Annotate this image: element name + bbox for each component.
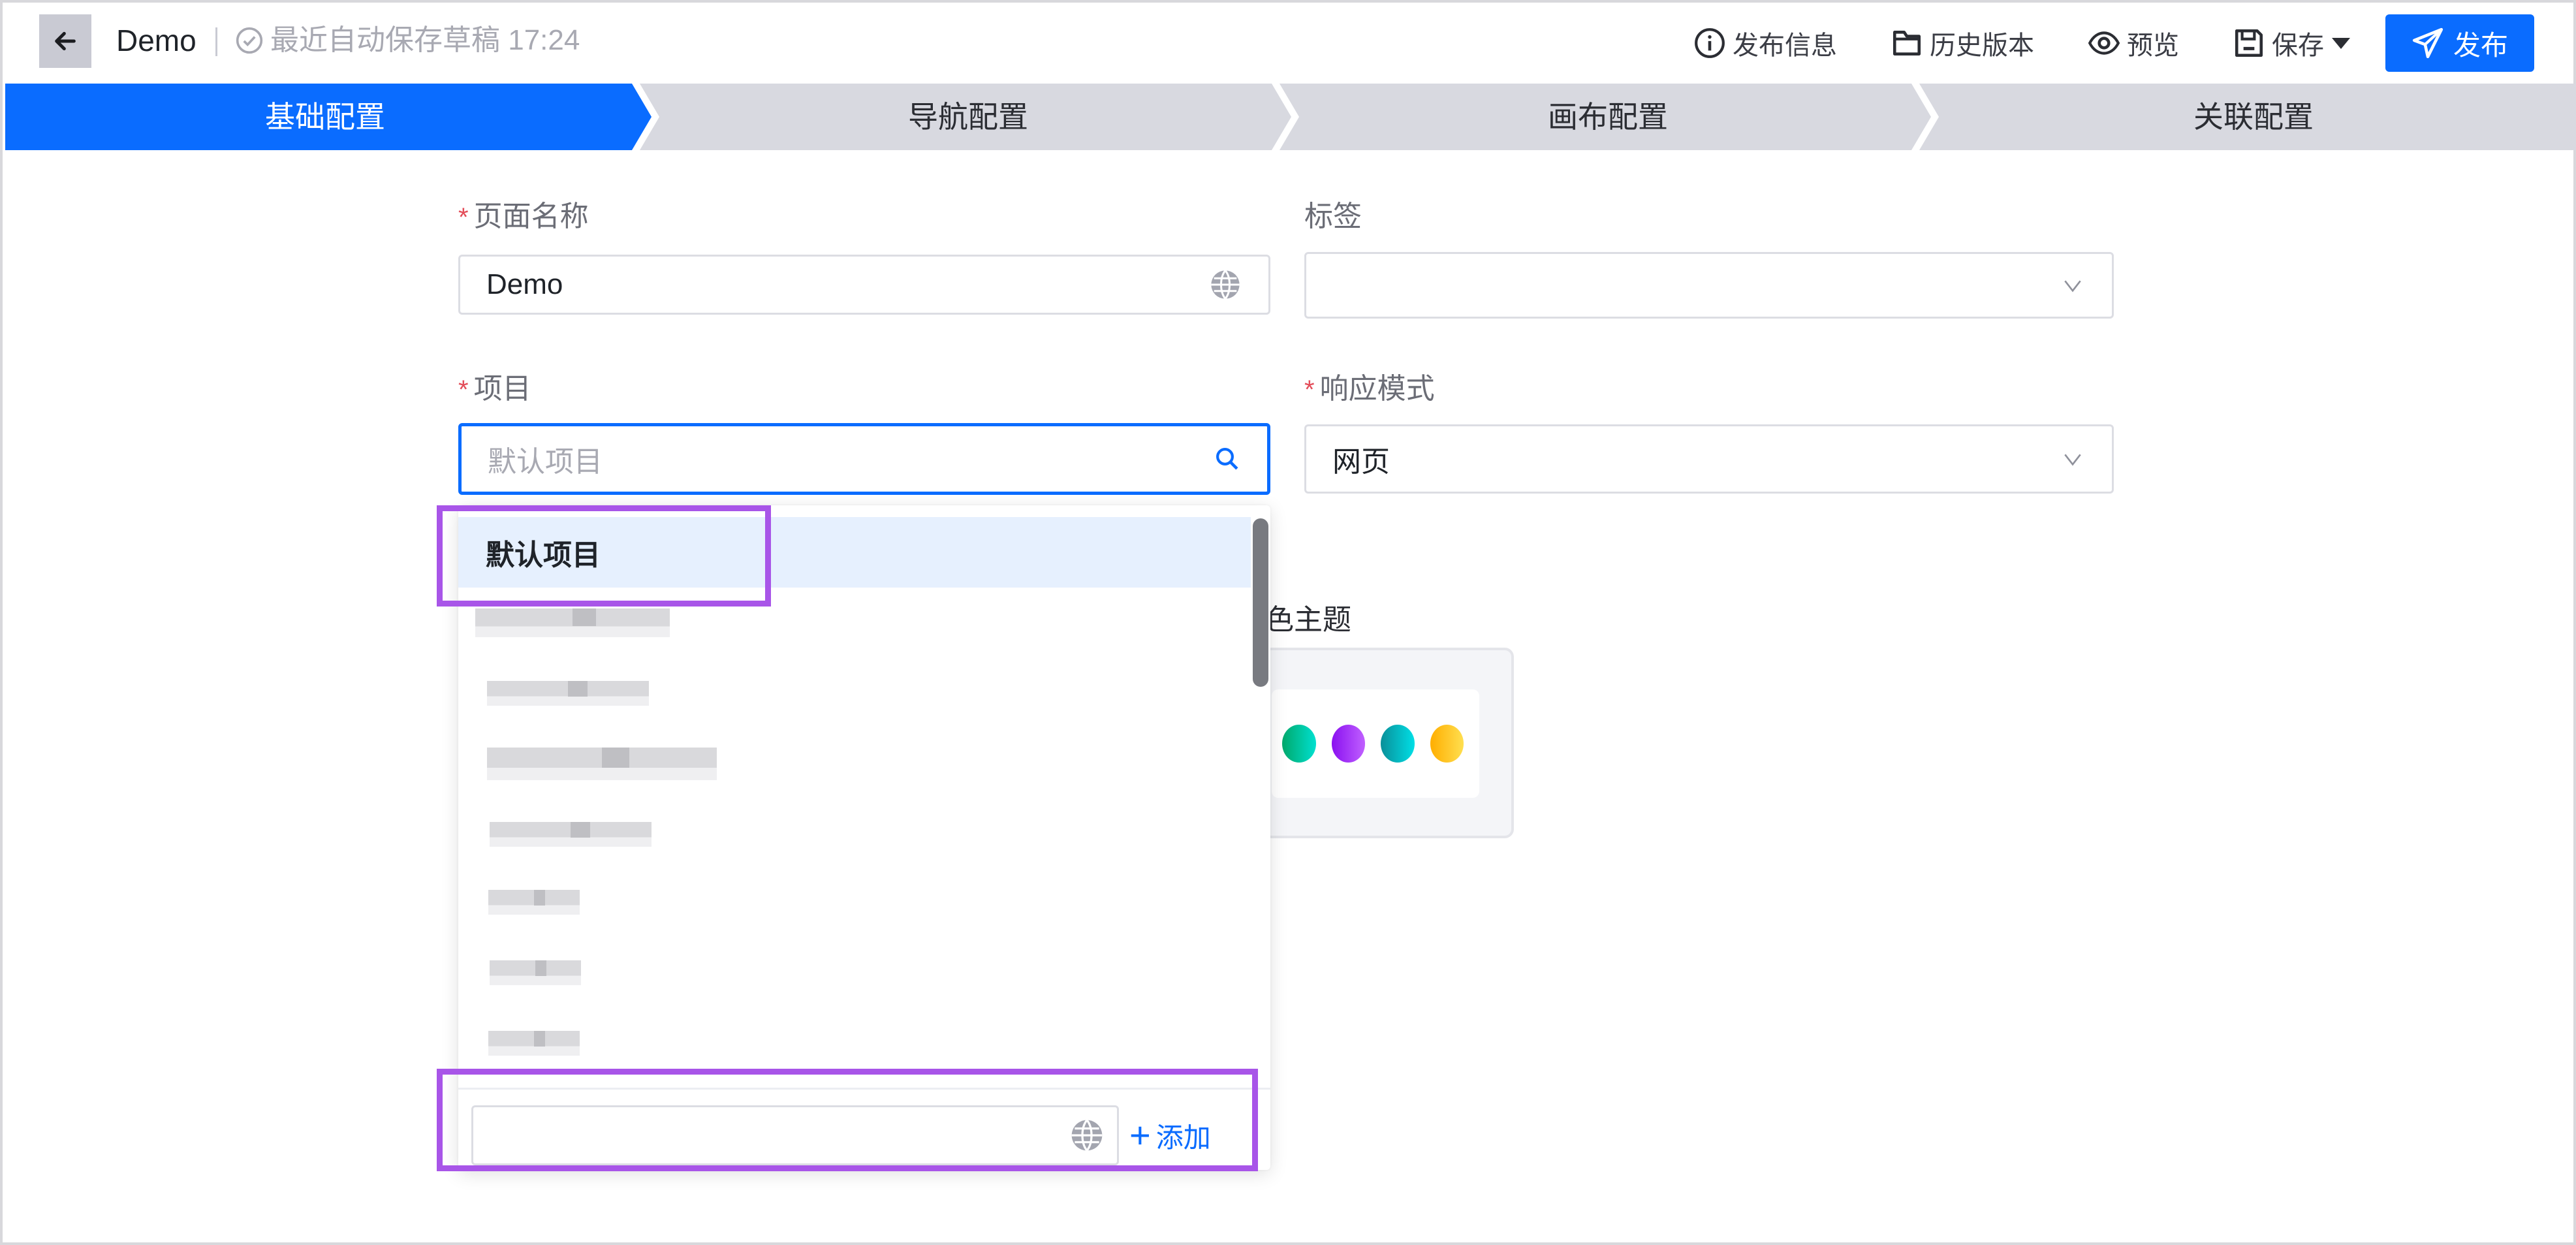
response-mode-value: 网页 xyxy=(1332,446,1390,478)
blurred-option-text xyxy=(490,960,581,985)
blurred-option-text xyxy=(488,1031,580,1056)
blurred-option-text xyxy=(487,748,717,780)
back-button[interactable] xyxy=(39,14,91,68)
required-mark: * xyxy=(1304,375,1315,404)
globe-icon[interactable] xyxy=(1069,1117,1105,1154)
dropdown-option[interactable] xyxy=(458,1008,1251,1079)
step-navigation-config[interactable]: 导航配置 xyxy=(652,84,1285,150)
color-theme-label: 色主题 xyxy=(1265,604,1351,636)
add-project-button[interactable]: + 添加 xyxy=(1129,1105,1211,1165)
publish-info-label: 发布信息 xyxy=(1733,31,1837,60)
project-placeholder: 默认项目 xyxy=(488,446,603,478)
search-icon xyxy=(1216,448,1238,470)
dropdown-footer: + 添加 xyxy=(458,1088,1270,1170)
option-label: 默认项目 xyxy=(486,539,601,571)
top-bar: Demo 最近自动保存草稿 17:24 发布信息 历史版本 预览 保存 发布 xyxy=(5,5,2571,82)
step-association-config[interactable]: 关联配置 xyxy=(1931,84,2576,150)
swatch-yellow xyxy=(1430,725,1464,763)
publish-info-button[interactable]: 发布信息 xyxy=(1693,14,1837,72)
globe-icon[interactable] xyxy=(1208,268,1242,302)
tags-label: 标签 xyxy=(1304,200,1362,232)
history-label: 历史版本 xyxy=(1930,31,2034,60)
blurred-option-text xyxy=(475,608,670,637)
autosave-status: 最近自动保存草稿 17:24 xyxy=(235,22,580,59)
dropdown-option[interactable] xyxy=(458,799,1251,870)
save-button[interactable]: 保存 xyxy=(2233,14,2350,72)
title-divider xyxy=(215,27,217,56)
add-label: 添加 xyxy=(1155,1122,1211,1153)
autosave-text: 最近自动保存草稿 17:24 xyxy=(270,24,580,56)
arrow-left-icon xyxy=(55,31,76,51)
history-button[interactable]: 历史版本 xyxy=(1891,14,2034,72)
project-search-input[interactable]: 默认项目 xyxy=(458,423,1270,495)
step-navigation: 基础配置 导航配置 画布配置 关联配置 xyxy=(5,84,2576,150)
required-mark: * xyxy=(458,375,469,404)
response-mode-select[interactable]: 网页 xyxy=(1304,424,2114,494)
tags-select[interactable] xyxy=(1304,252,2114,319)
dropdown-option[interactable] xyxy=(458,938,1251,1008)
dropdown-option[interactable] xyxy=(458,588,1251,658)
blurred-option-text xyxy=(487,681,649,706)
plus-icon: + xyxy=(1129,1114,1151,1156)
dropdown-option[interactable] xyxy=(458,658,1251,729)
preview-button[interactable]: 预览 xyxy=(2088,14,2179,72)
folder-icon xyxy=(1893,31,1921,55)
dropdown-scrollbar[interactable] xyxy=(1253,518,1268,687)
blurred-option-text xyxy=(490,822,652,847)
step-basic-config[interactable]: 基础配置 xyxy=(5,84,645,150)
publish-label: 发布 xyxy=(2453,29,2508,61)
check-circle-icon xyxy=(236,27,263,54)
publish-button[interactable]: 发布 xyxy=(2385,14,2534,72)
swatch-green xyxy=(1282,725,1316,763)
preview-label: 预览 xyxy=(2127,31,2179,60)
eye-icon xyxy=(2088,31,2120,55)
page-name-value: Demo xyxy=(486,268,563,300)
send-icon xyxy=(2412,27,2443,59)
required-mark: * xyxy=(458,203,469,232)
app-window: Demo 最近自动保存草稿 17:24 发布信息 历史版本 预览 保存 发布 基… xyxy=(0,0,2576,1245)
step-canvas-config[interactable]: 画布配置 xyxy=(1291,84,1924,150)
color-swatches xyxy=(1272,689,1479,798)
project-label: * 项目 xyxy=(458,373,531,405)
chevron-down-icon xyxy=(2064,280,2081,292)
save-icon xyxy=(2235,29,2263,57)
info-circle-icon xyxy=(1695,28,1725,58)
swatch-teal xyxy=(1381,725,1415,763)
header-actions: 发布信息 历史版本 预览 保存 发布 xyxy=(1693,14,2534,72)
blurred-option-text xyxy=(488,890,580,915)
page-name-label: * 页面名称 xyxy=(458,200,589,232)
color-theme-card[interactable] xyxy=(1263,648,1514,838)
page-title: Demo xyxy=(116,24,196,57)
page-name-input[interactable]: Demo xyxy=(458,255,1270,315)
caret-down-icon[interactable] xyxy=(2332,37,2350,49)
new-project-input[interactable] xyxy=(471,1105,1119,1165)
save-label: 保存 xyxy=(2272,31,2324,60)
response-mode-label: * 响应模式 xyxy=(1304,373,1435,405)
dropdown-option[interactable] xyxy=(458,867,1251,938)
dropdown-option-selected[interactable]: 默认项目 xyxy=(458,517,1251,588)
chevron-down-icon xyxy=(2064,454,2081,466)
swatch-purple xyxy=(1331,725,1365,763)
project-dropdown: 默认项目 + 添加 xyxy=(458,505,1270,1170)
dropdown-option[interactable] xyxy=(458,729,1251,799)
